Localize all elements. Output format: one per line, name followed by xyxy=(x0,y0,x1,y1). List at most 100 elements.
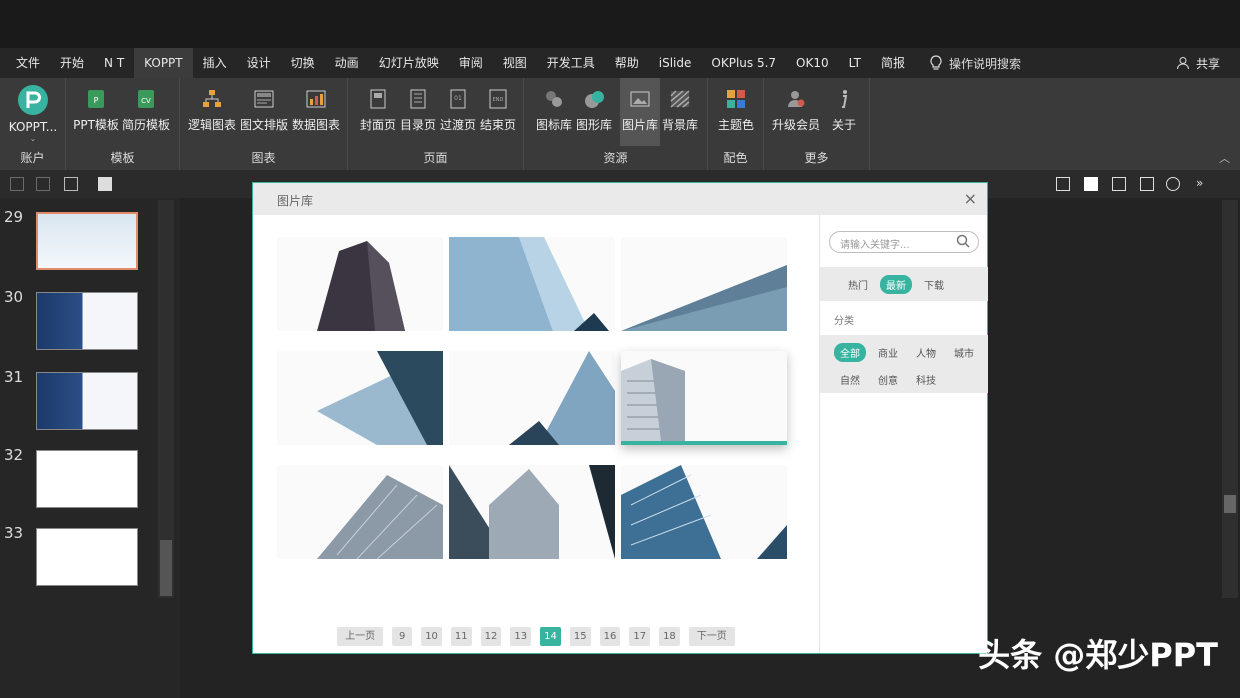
koppt-account-button[interactable]: KOPPT... ⌄ xyxy=(9,84,57,143)
tab-islide[interactable]: iSlide xyxy=(649,48,702,78)
excel-icon[interactable] xyxy=(98,177,112,191)
tab-okplus[interactable]: OKPlus 5.7 xyxy=(701,48,786,78)
page-button[interactable]: 10 xyxy=(421,627,442,646)
image-thumbnail[interactable] xyxy=(449,237,615,331)
crop-icon[interactable] xyxy=(1056,177,1070,191)
tell-me-search[interactable]: 操作说明搜索 xyxy=(929,55,1021,72)
next-page-button[interactable]: 下一页 xyxy=(688,627,735,646)
theme-color-button[interactable]: 主题色 xyxy=(716,84,756,136)
resume-template-button[interactable]: CV 简历模板 xyxy=(122,84,170,136)
page-button[interactable]: 15 xyxy=(569,627,591,646)
sort-hot[interactable]: 热门 xyxy=(842,275,874,294)
image-thumbnail[interactable] xyxy=(449,465,615,559)
data-chart-button[interactable]: 数据图表 xyxy=(292,84,340,136)
tab-brief[interactable]: 简报 xyxy=(871,48,915,78)
tab-design[interactable]: 设计 xyxy=(237,48,281,78)
image-thumbnail-selected[interactable] xyxy=(621,351,787,445)
slide-thumbnail[interactable] xyxy=(36,372,138,430)
image-thumbnail[interactable] xyxy=(277,465,443,559)
tab-slideshow[interactable]: 幻灯片放映 xyxy=(369,48,449,78)
group-charts: 逻辑图表 图文排版 数据图表 图表 xyxy=(180,78,348,170)
picture-icon[interactable] xyxy=(1140,177,1154,191)
filter-sidebar: 请输入关键字... 热门 最新 下载 分类 全部 商业 人物 城市 自然 创意 … xyxy=(819,215,988,653)
unlock-icon[interactable] xyxy=(36,177,50,191)
slide-thumbnail[interactable] xyxy=(36,528,138,586)
about-button[interactable]: 关于 xyxy=(824,84,864,136)
category-people[interactable]: 人物 xyxy=(910,343,942,362)
logic-chart-button[interactable]: 逻辑图表 xyxy=(188,84,236,136)
text-box-icon[interactable] xyxy=(64,177,78,191)
category-label: 分类 xyxy=(834,316,854,327)
category-creative[interactable]: 创意 xyxy=(872,370,904,389)
background-library-button[interactable]: 背景库 xyxy=(660,84,700,136)
image-thumbnail[interactable] xyxy=(621,465,787,559)
page-button[interactable]: 12 xyxy=(480,627,502,646)
page-button[interactable]: 11 xyxy=(450,627,472,646)
icon-library-button[interactable]: 图标库 xyxy=(534,84,574,136)
current-page-button[interactable]: 14 xyxy=(540,627,561,646)
end-page-icon: END xyxy=(489,89,507,109)
circle-icon[interactable] xyxy=(1166,177,1180,191)
slide-thumbnail[interactable] xyxy=(36,450,138,508)
tab-animations[interactable]: 动画 xyxy=(325,48,369,78)
image-icon xyxy=(630,91,650,107)
category-city[interactable]: 城市 xyxy=(948,343,980,362)
tab-review[interactable]: 审阅 xyxy=(449,48,493,78)
shape-icon[interactable] xyxy=(1112,177,1126,191)
page-button[interactable]: 18 xyxy=(659,627,680,646)
tab-home[interactable]: 开始 xyxy=(50,48,94,78)
tab-transitions[interactable]: 切换 xyxy=(281,48,325,78)
image-thumbnail[interactable] xyxy=(449,351,615,445)
image-library-button[interactable]: 图片库 xyxy=(620,78,660,146)
slide-thumbnail[interactable] xyxy=(36,212,138,270)
tab-lt[interactable]: LT xyxy=(839,48,871,78)
toc-page-button[interactable]: 目录页 xyxy=(398,84,438,136)
page-button[interactable]: 9 xyxy=(392,627,413,646)
category-tech[interactable]: 科技 xyxy=(910,370,942,389)
page-button[interactable]: 13 xyxy=(510,627,532,646)
category-nature[interactable]: 自然 xyxy=(834,370,866,389)
scrollbar-thumb[interactable] xyxy=(1224,495,1236,513)
transition-page-button[interactable]: 01 过渡页 xyxy=(438,84,478,136)
shape-library-button[interactable]: 图形库 xyxy=(574,84,614,136)
collapse-ribbon-icon[interactable]: ︿ xyxy=(1219,150,1230,166)
tab-koppt[interactable]: KOPPT xyxy=(134,48,193,78)
tab-ok10[interactable]: OK10 xyxy=(786,48,839,78)
ppt-template-button[interactable]: P PPT模板 xyxy=(73,84,119,136)
category-all[interactable]: 全部 xyxy=(834,343,866,362)
more-tools-icon[interactable]: » xyxy=(1196,176,1203,190)
category-business[interactable]: 商业 xyxy=(872,343,904,362)
image-thumbnail[interactable] xyxy=(277,351,443,445)
sort-download[interactable]: 下载 xyxy=(918,275,950,294)
text-layout-button[interactable]: 图文排版 xyxy=(240,84,288,136)
search-icon[interactable] xyxy=(956,234,970,248)
lock-icon[interactable] xyxy=(10,177,24,191)
page-button[interactable]: 16 xyxy=(599,627,621,646)
search-input[interactable]: 请输入关键字... xyxy=(829,231,979,253)
svg-text:01: 01 xyxy=(454,95,462,102)
slide-panel-scrollbar[interactable] xyxy=(158,200,174,598)
fill-rect-icon[interactable] xyxy=(1084,177,1098,191)
editor-scrollbar[interactable] xyxy=(1222,200,1238,598)
upgrade-member-button[interactable]: 升级会员 xyxy=(772,84,820,136)
sort-newest[interactable]: 最新 xyxy=(880,274,912,294)
slide-number: 31 xyxy=(4,368,24,386)
tab-nt[interactable]: N T xyxy=(94,48,134,78)
search-placeholder: 请输入关键字... xyxy=(840,240,910,251)
close-icon[interactable]: × xyxy=(964,189,977,208)
prev-page-button[interactable]: 上一页 xyxy=(337,627,384,646)
share-button[interactable]: 共享 xyxy=(1176,48,1220,78)
image-thumbnail[interactable] xyxy=(621,237,787,331)
group-templates: P PPT模板 CV 简历模板 模板 xyxy=(66,78,180,170)
scrollbar-thumb[interactable] xyxy=(160,540,172,596)
tab-insert[interactable]: 插入 xyxy=(193,48,237,78)
end-page-button[interactable]: END 结束页 xyxy=(478,84,518,136)
cover-page-button[interactable]: 封面页 xyxy=(358,84,398,136)
slide-thumbnail[interactable] xyxy=(36,292,138,350)
tab-help[interactable]: 帮助 xyxy=(605,48,649,78)
tab-file[interactable]: 文件 xyxy=(6,48,50,78)
tab-developer[interactable]: 开发工具 xyxy=(537,48,605,78)
image-thumbnail[interactable] xyxy=(277,237,443,331)
tab-view[interactable]: 视图 xyxy=(493,48,537,78)
page-button[interactable]: 17 xyxy=(629,627,651,646)
